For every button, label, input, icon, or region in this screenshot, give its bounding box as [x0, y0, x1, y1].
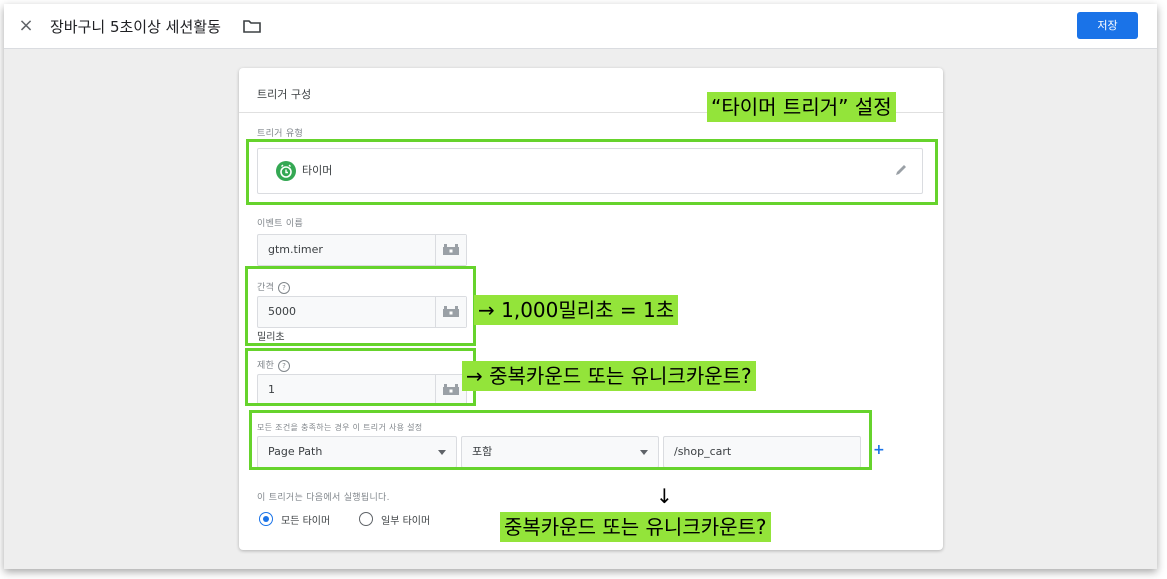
annotation-condition: 중복카운드 또는 유니크카운트?: [500, 512, 771, 542]
variable-picker-button[interactable]: [435, 297, 466, 327]
annotation-limit: → 중복카운드 또는 유니크카운트?: [462, 361, 756, 391]
interval-field[interactable]: 5000: [257, 296, 467, 328]
top-bar: × 장바구니 5초이상 세션활동 저장: [4, 4, 1157, 49]
event-name-label: 이벤트 이름: [257, 219, 304, 229]
down-arrow-icon: ↓: [656, 484, 673, 508]
help-icon[interactable]: ?: [278, 359, 291, 372]
variable-picker-button[interactable]: [435, 235, 466, 265]
chevron-down-icon: [640, 450, 648, 455]
interval-value: 5000: [268, 305, 296, 318]
condition-operator-select[interactable]: 포함: [461, 436, 659, 468]
trigger-type-selector[interactable]: 타이머: [257, 148, 923, 194]
interval-label-row: 간격?: [257, 280, 291, 294]
limit-value: 1: [268, 383, 275, 396]
condition-value-input[interactable]: /shop_cart: [663, 436, 861, 468]
annotation-interval: → 1,000밀리초 = 1초: [474, 295, 679, 325]
save-button[interactable]: 저장: [1077, 12, 1138, 39]
radio-some-timers-label: 일부 타이머: [381, 516, 431, 527]
folder-icon[interactable]: [243, 19, 261, 33]
help-icon[interactable]: ?: [278, 281, 291, 294]
interval-unit: 밀리초: [257, 332, 285, 343]
annotation-trigger-type: “타이머 트리거” 설정: [707, 92, 896, 122]
condition-label: 모든 조건을 충족하는 경우 이 트리거 사용 설정: [257, 423, 423, 432]
interval-label: 간격: [257, 283, 275, 293]
fires-on-label: 이 트리거는 다음에서 실행됩니다.: [257, 493, 390, 503]
radio-dot: [262, 515, 269, 522]
variable-brick-icon: [443, 306, 459, 317]
variable-brick-icon: [443, 244, 459, 255]
chevron-down-icon: [438, 450, 446, 455]
trigger-type-value: 타이머: [302, 164, 333, 177]
condition-variable-value: Page Path: [268, 445, 323, 458]
card-title: 트리거 구성: [257, 88, 312, 101]
event-name-field[interactable]: gtm.timer: [257, 234, 467, 266]
radio-all-timers[interactable]: [259, 512, 273, 526]
condition-variable-select[interactable]: Page Path: [257, 436, 457, 468]
edit-pencil-icon[interactable]: [894, 163, 908, 177]
variable-brick-icon: [443, 384, 459, 395]
timer-icon: [276, 161, 296, 181]
radio-all-timers-label: 모든 타이머: [281, 516, 331, 527]
close-icon[interactable]: ×: [14, 14, 38, 38]
trigger-type-label: 트리거 유형: [257, 129, 304, 139]
add-condition-button[interactable]: +: [873, 442, 885, 458]
gtm-screenshot-frame: × 장바구니 5초이상 세션활동 저장 트리거 구성 트리거 유형 타이머 이벤…: [4, 4, 1157, 569]
limit-label-row: 제한?: [257, 358, 291, 372]
limit-label: 제한: [257, 361, 275, 371]
condition-operator-value: 포함: [472, 445, 493, 458]
radio-some-timers[interactable]: [359, 512, 373, 526]
trigger-name-input[interactable]: 장바구니 5초이상 세션활동: [50, 16, 221, 37]
event-name-value: gtm.timer: [268, 243, 323, 256]
condition-value-text: /shop_cart: [674, 445, 732, 458]
limit-field[interactable]: 1: [257, 374, 467, 406]
